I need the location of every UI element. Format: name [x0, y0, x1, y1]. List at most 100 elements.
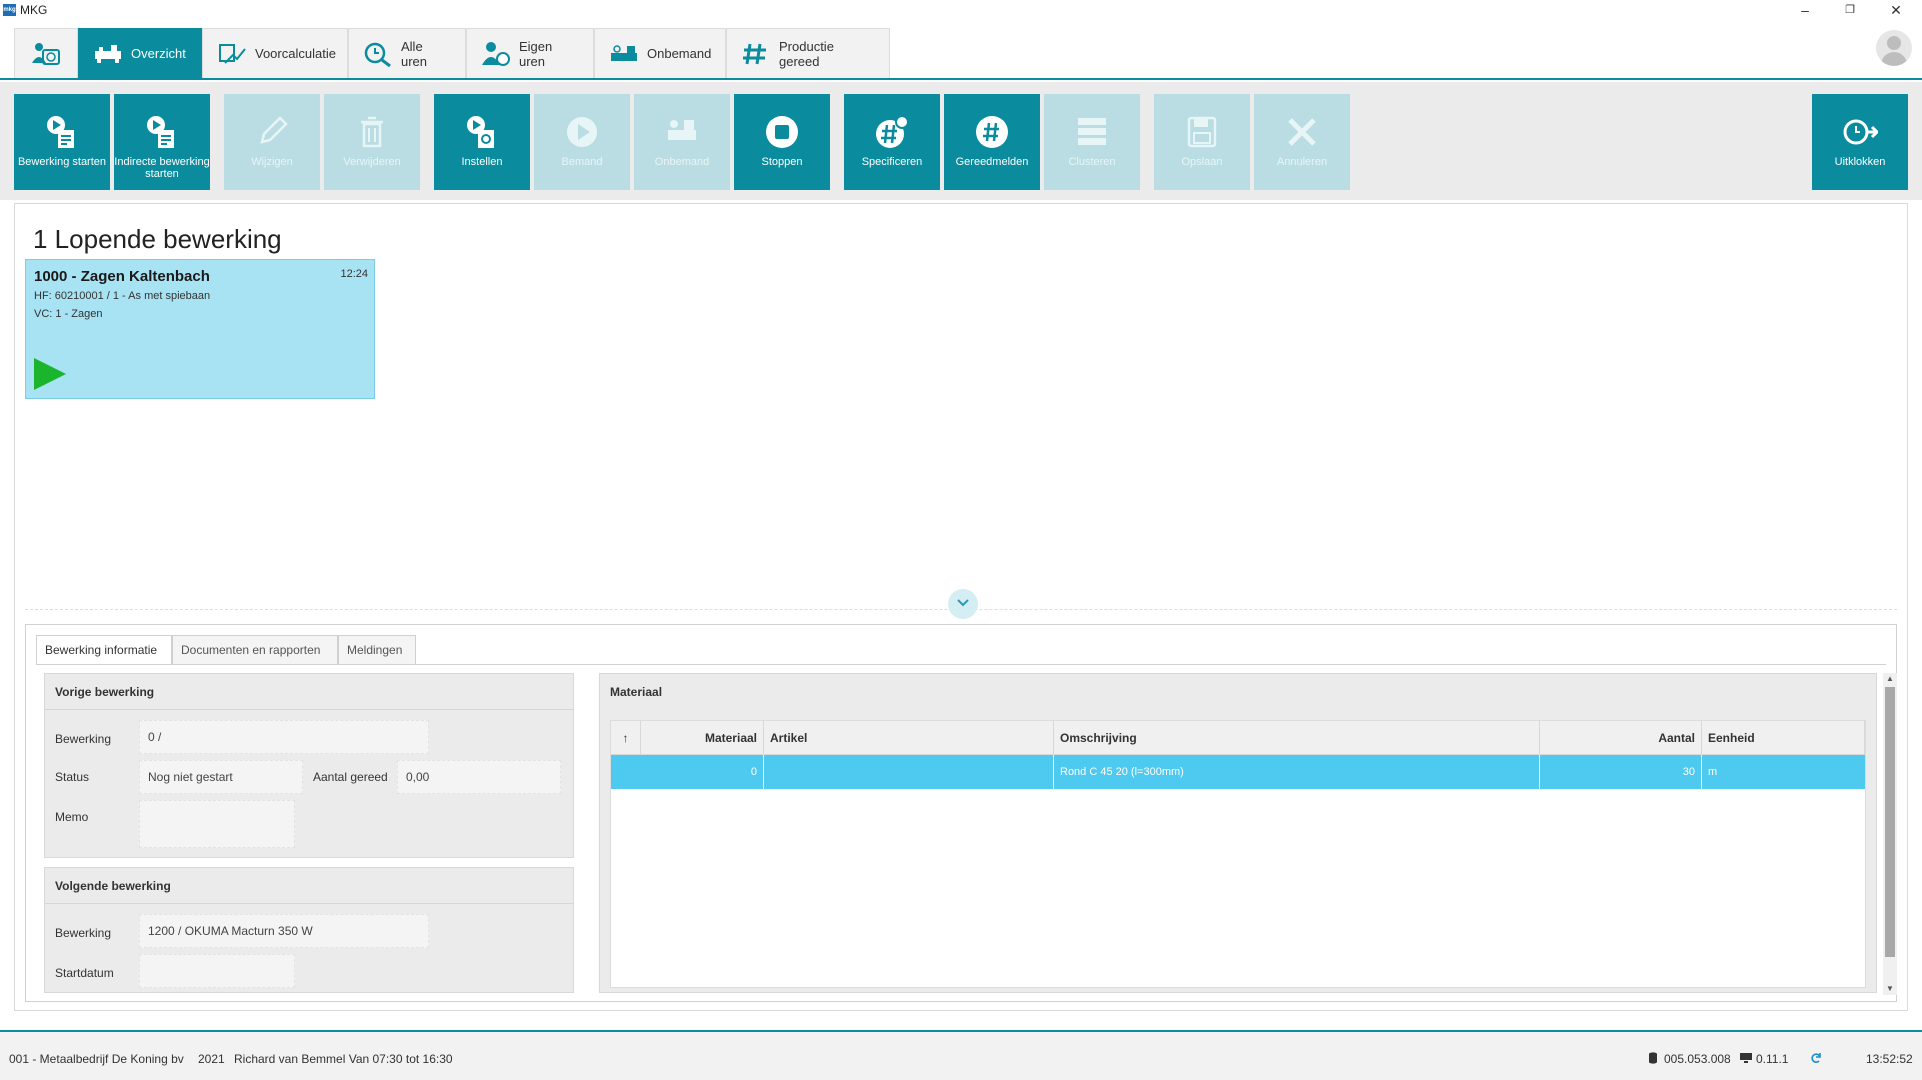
nav-tab-overzicht[interactable]: Overzicht	[78, 28, 202, 78]
aantal-gereed-label: Aantal gereed	[313, 770, 388, 784]
details-panel: Bewerking informatie Documenten en rappo…	[25, 624, 1897, 1002]
settings-document-icon	[464, 114, 500, 150]
app-logo-icon: mkg	[3, 4, 16, 16]
db-version-label: 005.053.008	[1664, 1052, 1731, 1066]
scroll-up-icon[interactable]: ▲	[1883, 673, 1897, 685]
bewerking-field: 0 /	[139, 720, 429, 754]
nav-tab-eigen-uren[interactable]: Eigen uren	[466, 28, 594, 78]
nav-tab-onbemand[interactable]: Onbemand	[594, 28, 726, 78]
trash-icon	[354, 114, 390, 150]
card-vc-line: VC: 1 - Zagen	[34, 308, 103, 320]
scrollbar-thumb[interactable]	[1885, 687, 1895, 957]
column-header-artikel[interactable]: Artikel	[764, 721, 1054, 755]
aantal-gereed-field: 0,00	[397, 760, 561, 794]
sort-column-header[interactable]: ↑	[611, 721, 641, 755]
stop-icon	[764, 114, 800, 150]
stoppen-button[interactable]: Stoppen	[734, 94, 830, 190]
chevron-down-icon	[956, 595, 970, 613]
close-button[interactable]: ✕	[1876, 0, 1916, 20]
wijzigen-button[interactable]: Wijzigen	[224, 94, 320, 190]
nav-tab-productie-gereed[interactable]: Productie gereed	[726, 28, 890, 78]
clock-out-icon	[1842, 114, 1878, 150]
column-header-aantal[interactable]: Aantal	[1540, 721, 1702, 755]
uitklokken-button[interactable]: Uitklokken	[1812, 94, 1908, 190]
column-header-eenheid[interactable]: Eenheid	[1702, 721, 1865, 755]
app-version-label: 0.11.1	[1756, 1052, 1789, 1066]
group-title: Vorige bewerking	[45, 674, 573, 710]
column-header-omschrijving[interactable]: Omschrijving	[1054, 721, 1540, 755]
play-document-icon	[44, 114, 80, 150]
vertical-scrollbar[interactable]: ▲ ▼	[1883, 673, 1897, 995]
group-title: Materiaal	[610, 685, 663, 699]
specificeren-button[interactable]: Specificeren	[844, 94, 940, 190]
card-title: 1000 - Zagen Kaltenbach	[34, 268, 210, 285]
machine-icon	[93, 39, 123, 69]
onbemand-button[interactable]: Onbemand	[634, 94, 730, 190]
nav-tab-alle-uren[interactable]: Alle uren	[348, 28, 466, 78]
collapse-button[interactable]	[948, 589, 978, 619]
restore-button[interactable]: ❐	[1830, 0, 1870, 20]
search-hours-icon	[363, 39, 393, 69]
annuleren-button[interactable]: Annuleren	[1254, 94, 1350, 190]
tab-documenten-en-rapporten[interactable]: Documenten en rapporten	[172, 635, 338, 665]
button-label: Specificeren	[861, 156, 923, 168]
cancel-icon	[1284, 114, 1320, 150]
nav-tab-label: Productie gereed	[779, 38, 834, 69]
button-label: Wijzigen	[251, 156, 293, 168]
machine-icon	[664, 114, 700, 150]
tab-border	[36, 664, 1886, 665]
startdatum-label: Startdatum	[55, 966, 114, 980]
bewerking-label: Bewerking	[55, 926, 112, 940]
cell-aantal: 30	[1540, 755, 1702, 789]
status-bar: 001 - Metaalbedrijf De Koning bv 2021 Ri…	[0, 1030, 1922, 1080]
refresh-icon[interactable]	[1810, 1052, 1822, 1067]
main-panel: 1 Lopende bewerking 1000 - Zagen Kaltenb…	[14, 203, 1908, 1011]
bemand-button[interactable]: Bemand	[534, 94, 630, 190]
nav-tab-label: Overzicht	[131, 46, 186, 61]
startdatum-field	[139, 954, 295, 988]
indirecte-bewerking-starten-button[interactable]: Indirecte bewerking starten	[114, 94, 210, 190]
table-row[interactable]: 0 Rond C 45 20 (l=300mm) 30 m	[611, 755, 1865, 789]
tab-bewerking-informatie[interactable]: Bewerking informatie	[36, 635, 172, 665]
action-toolbar: Bewerking starten Indirecte bewerking st…	[0, 82, 1922, 200]
nav-tab-voorcalculatie[interactable]: Voorcalculatie	[202, 28, 348, 78]
machine-unmanned-icon	[609, 39, 639, 69]
bewerking-field: 1200 / OKUMA Macturn 350 W	[139, 914, 429, 948]
cell-omschrijving: Rond C 45 20 (l=300mm)	[1054, 755, 1540, 789]
database-icon	[1648, 1052, 1658, 1067]
button-label: Uitklokken	[1834, 156, 1886, 168]
nav-tab-label: Eigen uren	[519, 38, 553, 69]
instellen-button[interactable]: Instellen	[434, 94, 530, 190]
cell-eenheid: m	[1708, 766, 1718, 778]
volgende-bewerking-group: Volgende bewerking Bewerking 1200 / OKUM…	[44, 867, 574, 993]
memo-field	[139, 800, 295, 848]
gereedmelden-button[interactable]: Gereedmelden	[944, 94, 1040, 190]
button-label: Stoppen	[761, 156, 803, 168]
title-bar: mkg MKG – ❐ ✕	[0, 0, 1922, 20]
opslaan-button[interactable]: Opslaan	[1154, 94, 1250, 190]
clusteren-button[interactable]: Clusteren	[1044, 94, 1140, 190]
card-hf-line: HF: 60210001 / 1 - As met spiebaan	[34, 290, 211, 302]
save-icon	[1184, 114, 1220, 150]
nav-tab-label: Onbemand	[647, 46, 712, 61]
button-label: Verwijderen	[343, 156, 401, 168]
button-label: Gereedmelden	[955, 156, 1029, 168]
calculation-icon	[217, 39, 247, 69]
button-label: Indirecte bewerking starten	[114, 156, 210, 180]
tab-meldingen[interactable]: Meldingen	[338, 635, 416, 665]
scroll-down-icon[interactable]: ▼	[1883, 983, 1897, 995]
cell-artikel	[764, 755, 1054, 789]
nav-tab-label: Voorcalculatie	[255, 46, 336, 61]
clock-user-icon	[31, 39, 61, 69]
clock-time-label: 13:52:52	[1866, 1052, 1913, 1066]
bewerking-starten-button[interactable]: Bewerking starten	[14, 94, 110, 190]
minimize-button[interactable]: –	[1785, 0, 1825, 20]
verwijderen-button[interactable]: Verwijderen	[324, 94, 420, 190]
column-header-materiaal[interactable]: Materiaal	[641, 721, 764, 755]
running-operation-card[interactable]: 1000 - Zagen Kaltenbach 12:24 HF: 602100…	[25, 259, 375, 399]
cell-materiaal: 0	[611, 755, 764, 789]
play-document-icon	[144, 114, 180, 150]
nav-tab-clock[interactable]	[14, 28, 78, 78]
user-avatar[interactable]	[1876, 30, 1912, 66]
memo-label: Memo	[55, 810, 89, 824]
